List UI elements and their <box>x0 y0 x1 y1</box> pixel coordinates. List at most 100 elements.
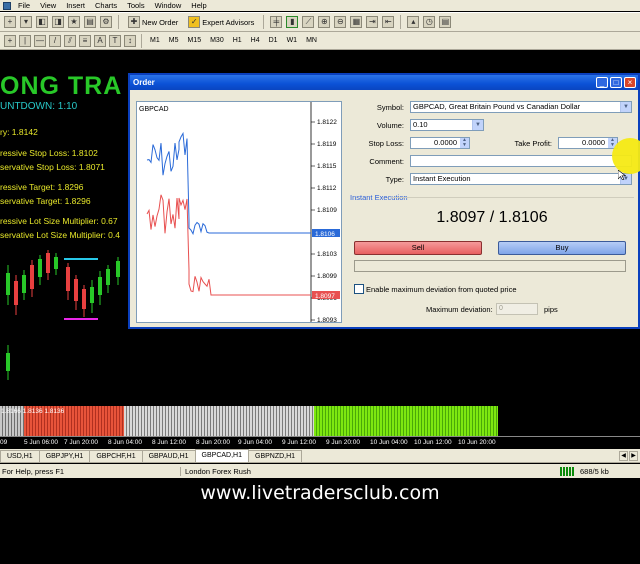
periods-icon[interactable]: ◷ <box>423 16 436 28</box>
timeframe-d1[interactable]: D1 <box>266 36 281 45</box>
tab-scroll: ◀ ▶ <box>617 450 640 462</box>
price-tick-label: 1.8099 <box>317 273 337 280</box>
status-traffic: 688/5 kb <box>580 466 609 476</box>
sell-button[interactable]: Sell <box>354 241 482 255</box>
menu-help[interactable]: Help <box>186 1 211 10</box>
time-label: 9 Jun 20:00 <box>326 439 360 446</box>
vertical-line-icon[interactable]: | <box>19 34 31 47</box>
tab-usd-h1[interactable]: USD,H1 <box>0 450 40 462</box>
menu-window[interactable]: Window <box>150 1 187 10</box>
bar-chart-icon[interactable]: ╪ <box>270 16 283 28</box>
type-label: Type: <box>385 175 404 184</box>
candlesticks <box>6 250 120 380</box>
status-profile: London Forex Rush <box>180 466 560 476</box>
menu-bar: File View Insert Charts Tools Window Hel… <box>0 0 640 11</box>
comment-label: Comment: <box>369 157 404 166</box>
menu-view[interactable]: View <box>35 1 61 10</box>
time-label: 8 Jun 20:00 <box>196 439 230 446</box>
spinner-icon[interactable]: ▲ ▼ <box>460 138 469 148</box>
chart-shift-icon[interactable]: ⇤ <box>382 16 395 28</box>
fibonacci-icon[interactable]: ≡ <box>79 34 91 47</box>
order-title: Order <box>133 78 155 87</box>
expert-advisors-icon: ✓ <box>188 16 201 28</box>
maximize-icon[interactable]: □ <box>610 77 622 88</box>
minimize-icon[interactable]: _ <box>596 77 608 88</box>
terminal-icon[interactable]: ▤ <box>84 16 96 28</box>
timeframe-m5[interactable]: M5 <box>166 36 182 45</box>
zoom-out-icon[interactable]: ⊖ <box>334 16 347 28</box>
profiles-icon[interactable]: ▾ <box>20 16 32 28</box>
new-chart-icon[interactable]: + <box>4 16 16 28</box>
expert-advisors-button[interactable]: ✓ Expert Advisors <box>185 16 257 28</box>
chevron-right-icon[interactable]: ▶ <box>629 451 638 461</box>
crosshair-icon[interactable]: + <box>4 34 16 47</box>
text-tool-icon[interactable]: A <box>94 34 106 47</box>
tile-windows-icon[interactable]: ▦ <box>350 16 363 28</box>
navigator-icon[interactable]: ★ <box>68 16 80 28</box>
zoom-in-icon[interactable]: ⊕ <box>318 16 331 28</box>
max-deviation-checkbox-label[interactable]: Enable maximum deviation from quoted pri… <box>366 285 517 294</box>
menu-file[interactable]: File <box>13 1 35 10</box>
menu-charts[interactable]: Charts <box>90 1 122 10</box>
indicators-icon[interactable]: ▴ <box>407 16 420 28</box>
volume-select[interactable]: 0.10 ▼ <box>410 119 484 131</box>
take-profit-value: 0.0000 <box>582 138 605 147</box>
candlestick-icon[interactable]: ▮ <box>286 16 299 28</box>
chart-tabs: USD,H1 GBPJPY,H1 GBPCHF,H1 GBPAUD,H1 GBP… <box>0 449 640 463</box>
max-deviation-value: 0 <box>499 305 503 312</box>
arrows-tool-icon[interactable]: ↕ <box>124 34 136 47</box>
time-axis: 09 5 Jun 06:00 7 Jun 20:00 8 Jun 04:00 8… <box>0 436 640 448</box>
close-icon[interactable]: × <box>624 77 636 88</box>
templates-icon[interactable]: ▤ <box>439 16 452 28</box>
timeframe-h4[interactable]: H4 <box>248 36 263 45</box>
horizontal-line-icon[interactable]: — <box>34 34 46 47</box>
bid-ask-price: 1.8097 / 1.8106 <box>436 209 548 226</box>
timeframe-h1[interactable]: H1 <box>230 36 245 45</box>
menu-tools[interactable]: Tools <box>122 1 150 10</box>
tab-gbpaud-h1[interactable]: GBPAUD,H1 <box>141 450 196 462</box>
chevron-left-icon[interactable]: ◀ <box>619 451 628 461</box>
tab-gbpcad-h1[interactable]: GBPCAD,H1 <box>194 449 250 462</box>
new-order-button[interactable]: ✚ New Order <box>125 16 181 28</box>
timeframe-mn[interactable]: MN <box>303 36 320 45</box>
label-tool-icon[interactable]: T <box>109 34 121 47</box>
data-window-icon[interactable]: ◨ <box>52 16 64 28</box>
cursor-highlight <box>612 138 640 174</box>
tab-gbpchf-h1[interactable]: GBPCHF,H1 <box>89 450 143 462</box>
max-deviation-label: Maximum deviation: <box>426 305 493 314</box>
website-url: www.livetradersclub.com <box>200 482 440 504</box>
tab-gbpnzd-h1[interactable]: GBPNZD,H1 <box>248 450 303 462</box>
countdown-text: UNTDOWN: 1:10 <box>0 101 78 112</box>
comment-input[interactable] <box>410 155 632 167</box>
timeframe-m15[interactable]: M15 <box>184 36 204 45</box>
channel-icon[interactable]: ⫽ <box>64 34 76 47</box>
autoscroll-icon[interactable]: ⇥ <box>366 16 379 28</box>
max-deviation-checkbox[interactable] <box>354 284 364 294</box>
tester-icon[interactable]: ⚙ <box>100 16 112 28</box>
trendline-icon[interactable]: / <box>49 34 61 47</box>
timeframe-m30[interactable]: M30 <box>207 36 227 45</box>
type-select[interactable]: Instant Execution ▼ <box>410 173 632 185</box>
price-tick-label: 1.8115 <box>317 163 337 170</box>
chevron-down-icon: ▼ <box>620 102 631 112</box>
time-label: 9 Jun 12:00 <box>282 439 316 446</box>
take-profit-input[interactable]: 0.0000 ▲ ▼ <box>558 137 618 149</box>
market-watch-icon[interactable]: ◧ <box>36 16 48 28</box>
connection-status-icon <box>560 466 574 476</box>
tick-chart-symbol: GBPCAD <box>139 106 169 113</box>
buy-button[interactable]: Buy <box>498 241 626 255</box>
timeframe-w1[interactable]: W1 <box>284 36 301 45</box>
app-icon[interactable] <box>3 1 11 10</box>
indicator-strip: 1.8166 1.8136 1.8136 <box>0 406 640 436</box>
volume-value: 0.10 <box>413 120 428 129</box>
menu-insert[interactable]: Insert <box>61 1 90 10</box>
max-deviation-input[interactable]: 0 <box>496 303 538 315</box>
line-chart-icon[interactable]: ⟋ <box>302 16 315 28</box>
symbol-select[interactable]: GBPCAD, Great Britain Pound vs Canadian … <box>410 101 632 113</box>
tab-gbpjpy-h1[interactable]: GBPJPY,H1 <box>38 450 91 462</box>
order-titlebar[interactable]: Order _ □ × <box>130 75 638 90</box>
volume-label: Volume: <box>376 121 404 130</box>
stop-loss-input[interactable]: 0.0000 ▲ ▼ <box>410 137 470 149</box>
conservative-lot-text: servative Lot Size Multiplier: 0.4 <box>0 230 120 240</box>
timeframe-m1[interactable]: M1 <box>147 36 163 45</box>
